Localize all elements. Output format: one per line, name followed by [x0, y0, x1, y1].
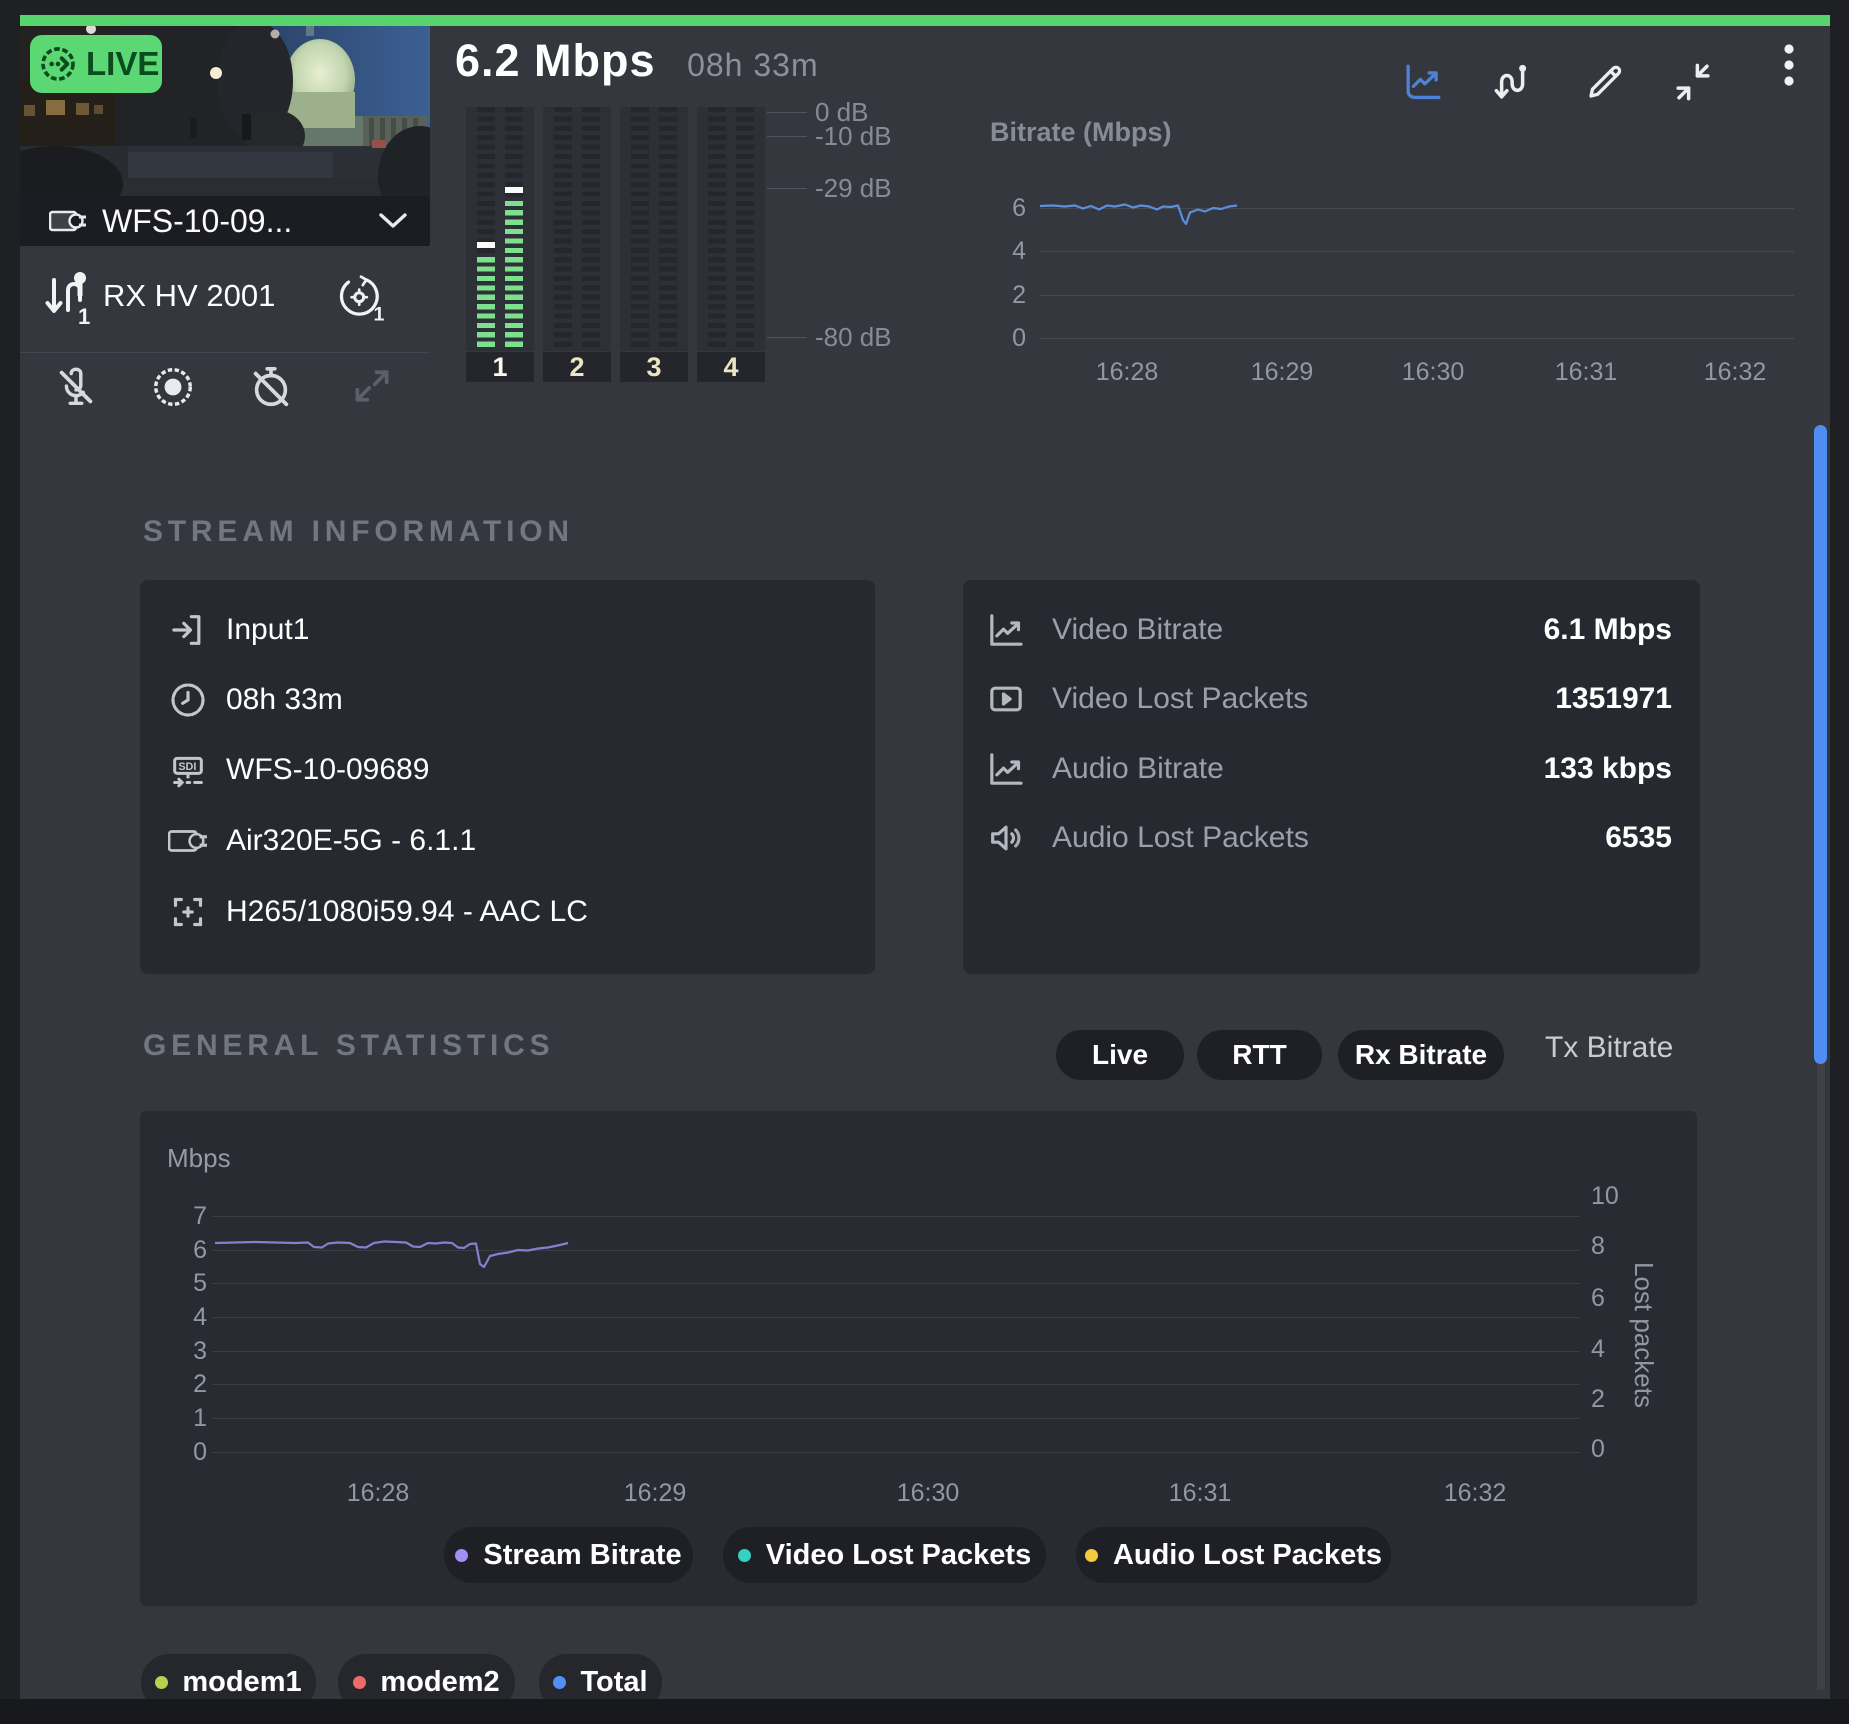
- svg-text:SDI: SDI: [178, 761, 196, 773]
- svg-text:1: 1: [374, 303, 385, 324]
- svg-text:1: 1: [78, 304, 90, 328]
